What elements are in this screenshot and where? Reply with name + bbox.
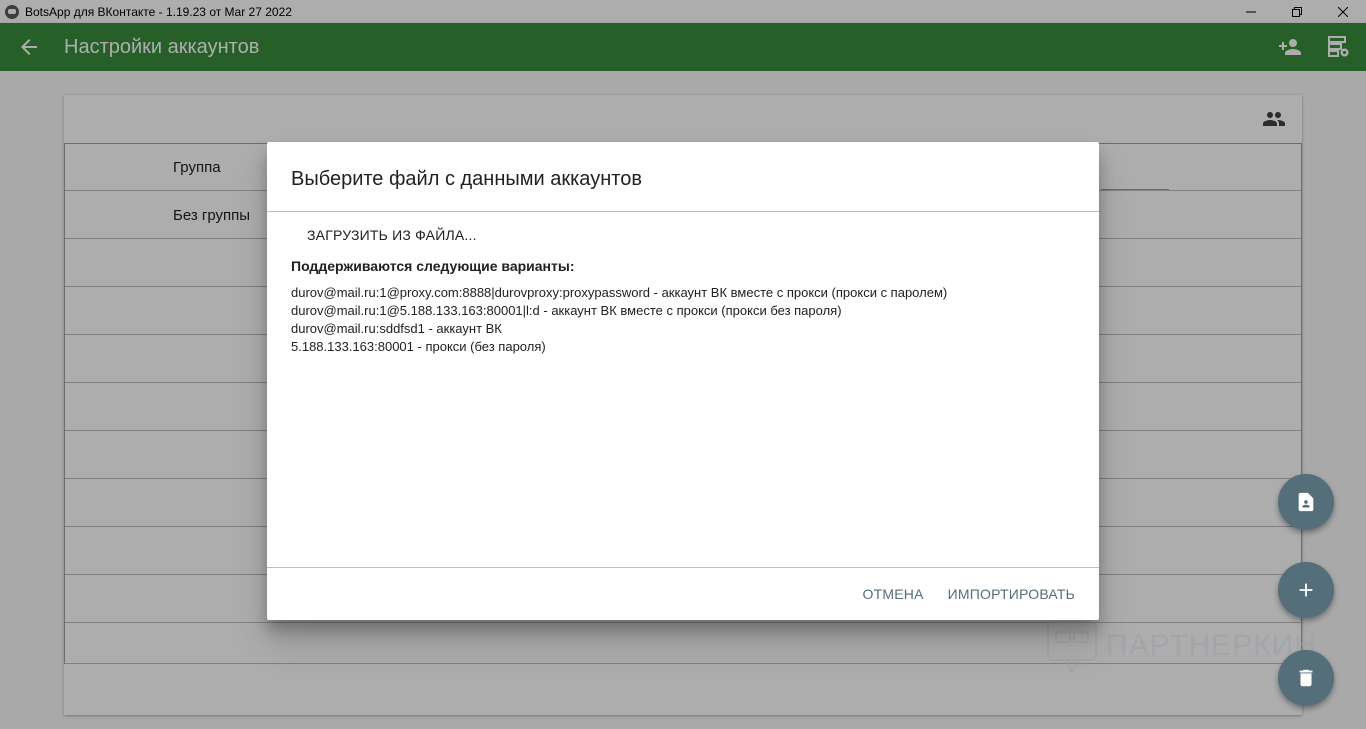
dialog-actions: ОТМЕНА ИМПОРТИРОВАТЬ [847, 580, 1083, 608]
dialog-title: Выберите файл с данными аккаунтов [291, 168, 642, 190]
cancel-button[interactable]: ОТМЕНА [855, 580, 932, 608]
import-accounts-dialog: Выберите файл с данными аккаунтов ЗАГРУЗ… [267, 142, 1099, 620]
add-icon [1299, 583, 1313, 597]
dialog-divider-top [267, 211, 1099, 212]
file-icon [1298, 492, 1314, 512]
format-example: 5.188.133.163:80001 - прокси (без пароля… [291, 339, 546, 354]
format-example: durov@mail.ru:1@5.188.133.163:80001|l:d … [291, 303, 842, 318]
supported-formats-label: Поддерживаются следующие варианты: [291, 258, 575, 274]
import-button[interactable]: ИМПОРТИРОВАТЬ [940, 580, 1083, 608]
delete-account-button[interactable] [1278, 650, 1334, 706]
import-file-button[interactable] [1278, 474, 1334, 530]
add-account-button[interactable] [1278, 562, 1334, 618]
watermark-logo-icon [1047, 621, 1097, 674]
format-example: durov@mail.ru:1@proxy.com:8888|durovprox… [291, 285, 948, 300]
dialog-divider-bottom [267, 567, 1099, 568]
load-from-file-button[interactable]: ЗАГРУЗИТЬ ИЗ ФАЙЛА... [299, 220, 485, 250]
watermark: ПАРТНЕРКИН [1046, 618, 1317, 674]
delete-icon [1299, 669, 1313, 687]
format-examples: durov@mail.ru:1@proxy.com:8888|durovprox… [291, 284, 947, 356]
format-example: durov@mail.ru:sddfsd1 - аккаунт ВК [291, 321, 502, 336]
